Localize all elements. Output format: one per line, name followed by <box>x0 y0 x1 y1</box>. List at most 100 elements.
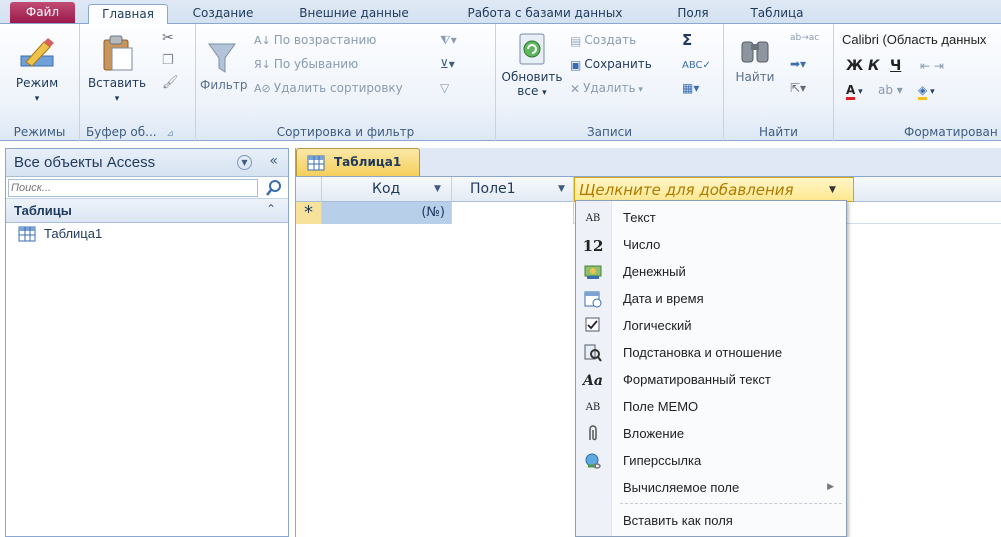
nav-pane-header[interactable]: Все объекты Access ▼ « <box>6 149 288 177</box>
goto-button[interactable]: ➡▾ <box>790 54 806 74</box>
chevron-down-icon[interactable]: ▼ <box>558 177 565 201</box>
highlight-button[interactable]: ab ▾ <box>878 80 903 100</box>
fill-color-button[interactable]: ◈ ▾ <box>918 80 935 100</box>
font-color-button[interactable]: A ▾ <box>846 80 863 100</box>
menu-item-memo[interactable]: AB Поле MEMO <box>576 394 846 421</box>
tab-fields[interactable]: Поля <box>664 4 722 24</box>
nav-group-tables[interactable]: Таблицы ⌃ <box>6 199 288 223</box>
spelling-button[interactable]: ABC✓ <box>682 54 711 74</box>
group-clipboard: Вставить ▾ ✂ ❐ 🖌 Буфер об... ⊿ <box>80 24 196 141</box>
italic-button[interactable]: К <box>868 56 879 76</box>
column-header-field1[interactable]: Поле1 ▼ <box>452 177 574 202</box>
totals-button[interactable]: Σ <box>682 30 692 50</box>
menu-item-label: Денежный <box>623 264 686 279</box>
sort-descending-button[interactable]: Я↓ По убыванию <box>254 54 358 74</box>
column-header-add-field[interactable]: Щелкните для добавления ▼ <box>574 177 854 202</box>
new-record-selector[interactable]: * <box>296 202 322 224</box>
menu-item-text[interactable]: AB Текст <box>576 205 846 232</box>
binoculars-icon <box>741 41 769 63</box>
menu-item-boolean[interactable]: Логический <box>576 313 846 340</box>
filter-label: Фильтр <box>200 78 248 92</box>
number-type-icon: 12 <box>582 237 604 255</box>
nav-menu-chevron-icon[interactable]: ▼ <box>237 155 252 170</box>
delete-record-button[interactable]: ✕ Удалить ▾ <box>570 78 643 98</box>
document-tab-label: Таблица1 <box>334 155 402 169</box>
chevron-down-icon[interactable]: ▼ <box>434 177 441 201</box>
new-record-field1-cell[interactable] <box>452 202 574 224</box>
search-icon[interactable] <box>264 179 284 197</box>
chevron-down-icon[interactable]: ▼ <box>829 178 836 202</box>
paperclip-icon <box>582 425 604 445</box>
nav-item-table1[interactable]: Таблица1 <box>6 223 288 245</box>
tab-create[interactable]: Создание <box>180 4 266 24</box>
refresh-all-button[interactable]: Обновить все ▾ <box>500 32 564 98</box>
currency-icon <box>582 263 604 283</box>
menu-item-attachment[interactable]: Вложение <box>576 421 846 448</box>
bold-button[interactable]: Ж <box>846 56 863 76</box>
select-button[interactable]: ⇱▾ <box>790 78 806 98</box>
paste-button[interactable]: Вставить ▾ <box>86 34 148 104</box>
find-button[interactable]: Найти <box>730 32 780 84</box>
group-text-formatting: Calibri (Область данных Ж К Ч ⇤ ⇥ A ▾ ab… <box>834 24 1001 141</box>
selection-filter-icon: ⧨▾ <box>440 33 457 47</box>
group-records: Обновить все ▾ ▤ Создать ▣ Сохранить ✕ Удал… <box>496 24 724 141</box>
menu-item-rich-text[interactable]: Aa Форматированный текст <box>576 367 846 394</box>
column-header-id-label: Код <box>372 181 401 197</box>
new-record-id-cell[interactable]: (№) <box>322 202 452 224</box>
ribbon-tab-bar: Файл Главная Создание Внешние данные Раб… <box>0 0 1001 25</box>
save-record-button[interactable]: ▣ Сохранить <box>570 54 652 74</box>
calendar-icon <box>582 290 604 310</box>
font-name-select[interactable]: Calibri (Область данных <box>842 30 1001 52</box>
menu-item-label: Вложение <box>623 426 685 441</box>
chevron-up-icon[interactable]: ⌃ <box>266 202 276 216</box>
more-button[interactable]: ▦▾ <box>682 78 699 98</box>
selection-filter-button[interactable]: ⧨▾ <box>440 30 457 50</box>
remove-sort-button[interactable]: A⊘ Удалить сортировку <box>254 78 403 98</box>
menu-item-currency[interactable]: Денежный <box>576 259 846 286</box>
underline-button[interactable]: Ч <box>890 56 901 76</box>
group-label-text-formatting: Форматирован <box>904 125 998 139</box>
menu-item-label: Поле MEMO <box>623 399 699 414</box>
select-all-corner[interactable] <box>296 177 322 202</box>
toggle-filter-button[interactable]: ▽ <box>440 78 449 98</box>
copy-button[interactable]: ❐ <box>162 50 174 70</box>
tab-file[interactable]: Файл <box>10 2 75 23</box>
toggle-filter-icon: ▽ <box>440 81 450 95</box>
submenu-arrow-icon: ▶ <box>827 482 834 492</box>
advanced-filter-button[interactable]: ⊻▾ <box>440 54 455 74</box>
new-record-button[interactable]: ▤ Создать <box>570 30 636 50</box>
menu-item-label: Число <box>623 237 661 252</box>
menu-item-label: Подстановка и отношение <box>623 345 783 360</box>
menu-item-hyperlink[interactable]: Гиперссылка <box>576 448 846 475</box>
indent-icon: ⇤ ⇥ <box>920 59 944 73</box>
menu-item-date-time[interactable]: Дата и время <box>576 286 846 313</box>
clipboard-group-label: Буфер об... <box>86 125 157 139</box>
save-record-label: Сохранить <box>584 57 652 71</box>
tab-home[interactable]: Главная <box>88 4 168 25</box>
nav-item-label: Таблица1 <box>44 226 103 241</box>
menu-separator <box>620 503 842 504</box>
menu-item-calculated-field[interactable]: Вычисляемое поле ▶ <box>576 475 846 502</box>
view-mode-button[interactable]: Режим ▾ <box>4 36 70 104</box>
collapse-pane-icon[interactable]: « <box>269 153 278 169</box>
menu-item-number[interactable]: 12 Число <box>576 232 846 259</box>
format-painter-button[interactable]: 🖌 <box>162 72 179 92</box>
column-header-id[interactable]: Код ▼ <box>322 177 452 202</box>
tab-database-tools[interactable]: Работа с базами данных <box>440 4 650 24</box>
nav-search-input[interactable] <box>8 179 258 197</box>
tab-external-data[interactable]: Внешние данные <box>288 4 420 24</box>
sigma-icon: Σ <box>682 31 693 49</box>
menu-item-lookup[interactable]: Подстановка и отношение <box>576 340 846 367</box>
menu-item-paste-as-fields[interactable]: Вставить как поля <box>576 508 846 535</box>
dialog-launcher-icon[interactable]: ⊿ <box>166 129 174 139</box>
cut-button[interactable]: ✂ <box>162 28 174 48</box>
nav-search-row <box>6 177 288 199</box>
replace-button[interactable]: ab→ac <box>790 28 819 48</box>
document-tab-table1[interactable]: Таблица1 <box>296 148 420 176</box>
tab-table[interactable]: Таблица <box>736 4 818 24</box>
filter-button[interactable]: Фильтр <box>200 42 248 92</box>
sort-ascending-button[interactable]: A↓ По возрастанию <box>254 30 376 50</box>
fill-color-icon: ◈ <box>918 83 928 100</box>
menu-item-label: Форматированный текст <box>623 372 771 387</box>
decrease-indent-button[interactable]: ⇤ ⇥ <box>920 56 944 76</box>
